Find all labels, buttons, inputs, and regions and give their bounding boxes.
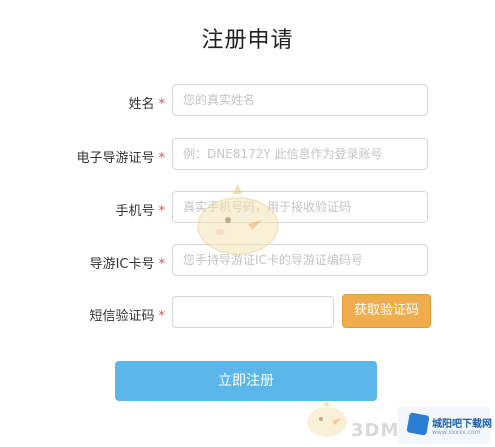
ic-card-label-text: 导游IC卡号 — [89, 257, 155, 272]
brand-name: 城阳吧下载网 — [432, 419, 492, 430]
brand-watermark: 城阳吧下载网 www.xxxxx.com — [398, 406, 492, 444]
required-mark: * — [158, 257, 166, 272]
brand-url: www.xxxxx.com — [432, 429, 481, 436]
phone-label-text: 手机号 — [115, 204, 155, 219]
sms-code-label: 短信验证码 * — [89, 305, 165, 324]
required-mark: * — [158, 309, 166, 324]
page-title: 注册申请 — [201, 28, 294, 53]
name-label: 姓名 * — [128, 93, 165, 112]
phone-label: 手机号 * — [115, 200, 165, 219]
mascot-watermark-icon — [197, 184, 279, 255]
guide-cert-label: 电子导游证号 * — [76, 147, 165, 166]
required-mark: * — [158, 151, 166, 166]
required-mark: * — [158, 97, 166, 112]
register-button[interactable]: 立即注册 — [115, 361, 377, 401]
get-code-button[interactable]: 获取验证码 — [342, 294, 431, 328]
brand-logo-icon — [406, 412, 430, 436]
mascot-watermark-small-icon — [307, 400, 347, 437]
guide-cert-input[interactable]: 例：DNE8172Y 此信息作为登录账号 — [172, 138, 428, 170]
name-input[interactable]: 您的真实姓名 — [172, 84, 428, 116]
sms-code-input[interactable] — [172, 296, 334, 328]
guide-cert-label-text: 电子导游证号 — [76, 151, 155, 166]
site-watermark-3dm: 3DM — [351, 420, 400, 441]
required-mark: * — [158, 204, 166, 219]
name-label-text: 姓名 — [128, 97, 155, 112]
sms-code-label-text: 短信验证码 — [89, 309, 155, 324]
ic-card-label: 导游IC卡号 * — [90, 253, 165, 272]
